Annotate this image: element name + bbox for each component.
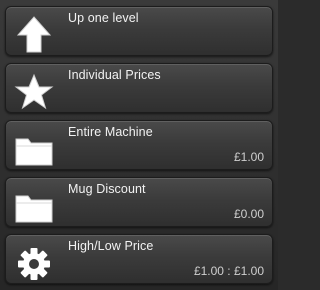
menu-item-price-range: £1.00 : £1.00 bbox=[193, 264, 264, 278]
folder-icon bbox=[14, 186, 54, 224]
menu-item-high-low-price[interactable]: High/Low Price £1.00 : £1.00 bbox=[5, 234, 273, 284]
menu-item-label: Entire Machine bbox=[68, 125, 153, 139]
gear-icon bbox=[14, 243, 54, 281]
menu-item-price: £1.00 bbox=[233, 150, 264, 164]
price-menu: Up one level Individual Prices Entire Ma… bbox=[0, 0, 278, 290]
menu-item-label: Mug Discount bbox=[68, 182, 146, 196]
menu-item-entire-machine[interactable]: Entire Machine £1.00 bbox=[5, 120, 273, 170]
menu-item-up-one-level[interactable]: Up one level bbox=[5, 6, 273, 56]
menu-item-price: £0.00 bbox=[233, 207, 264, 221]
menu-item-individual-prices[interactable]: Individual Prices bbox=[5, 63, 273, 113]
menu-item-mug-discount[interactable]: Mug Discount £0.00 bbox=[5, 177, 273, 227]
folder-icon bbox=[14, 129, 54, 167]
menu-item-label: High/Low Price bbox=[68, 239, 154, 253]
menu-item-label: Up one level bbox=[68, 11, 139, 25]
menu-item-label: Individual Prices bbox=[68, 68, 161, 82]
star-icon bbox=[14, 72, 54, 110]
up-arrow-icon bbox=[14, 15, 54, 53]
